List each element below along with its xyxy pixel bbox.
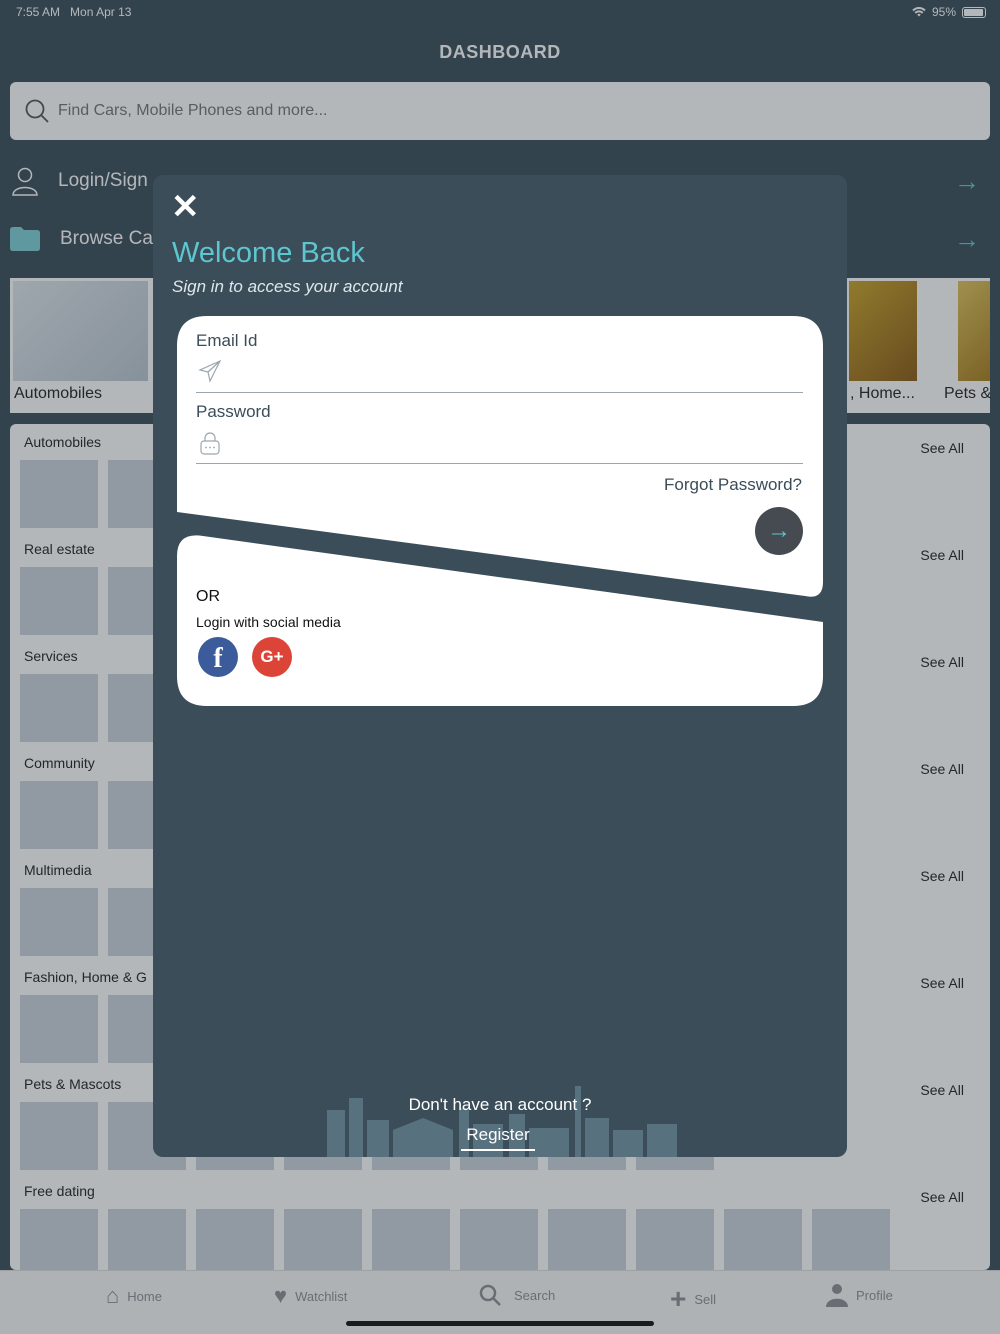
email-field[interactable] xyxy=(228,357,798,387)
facebook-login-button[interactable]: f xyxy=(198,637,238,677)
email-label: Email Id xyxy=(196,331,258,350)
social-login-label: Login with social media xyxy=(196,614,341,630)
close-icon[interactable]: ✕ xyxy=(171,190,200,224)
modal-title: Welcome Back xyxy=(172,237,365,269)
forgot-password-link[interactable]: Forgot Password? xyxy=(664,475,802,495)
login-submit-button[interactable]: → xyxy=(755,507,803,555)
no-account-text: Don't have an account ? xyxy=(408,1095,592,1114)
lock-icon xyxy=(200,432,220,455)
or-divider: OR xyxy=(196,588,220,605)
password-underline xyxy=(196,463,803,464)
register-link[interactable]: Register xyxy=(461,1125,535,1151)
email-underline xyxy=(196,392,803,393)
login-modal: ✕ Welcome Back Sign in to access your ac… xyxy=(153,175,847,1157)
arrow-right-icon: → xyxy=(767,517,791,544)
google-login-button[interactable]: G+ xyxy=(252,637,292,677)
modal-subtitle: Sign in to access your account xyxy=(172,277,403,296)
password-field[interactable] xyxy=(228,429,798,459)
paper-plane-icon xyxy=(198,359,222,383)
facebook-icon: f xyxy=(213,643,223,674)
google-plus-icon: G+ xyxy=(260,647,284,666)
password-label: Password xyxy=(196,402,271,421)
